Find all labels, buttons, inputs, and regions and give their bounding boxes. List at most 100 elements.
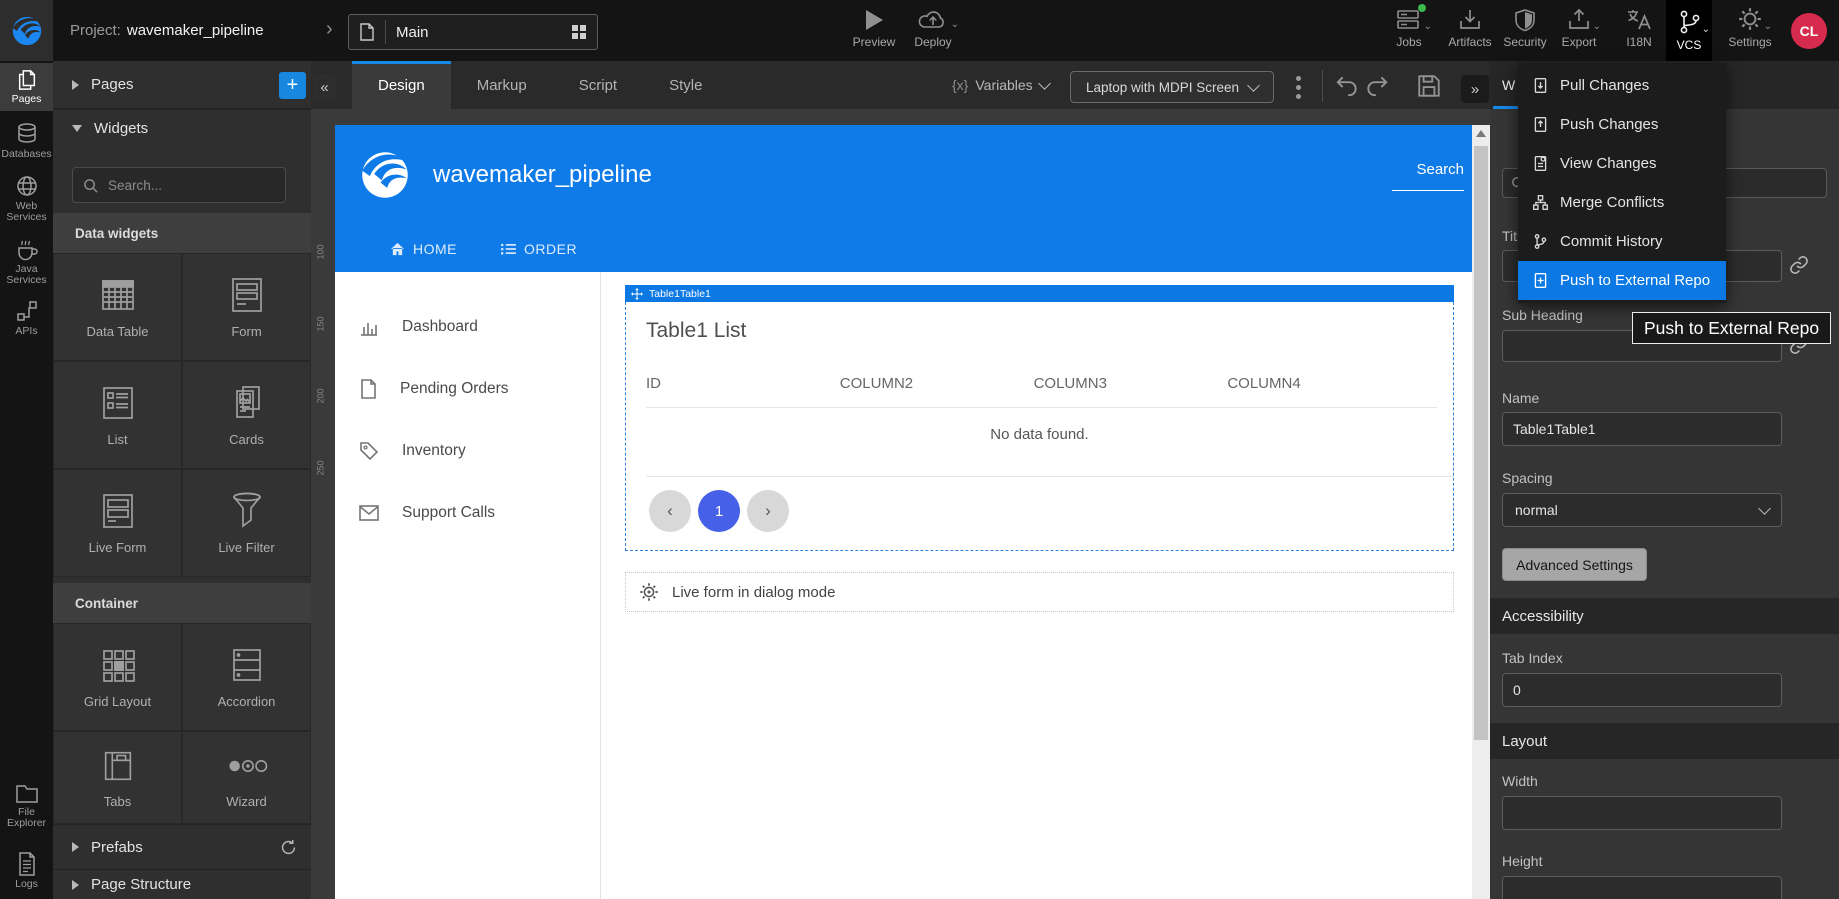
page-structure-section-header[interactable]: Page Structure (53, 869, 311, 899)
layout-section-header[interactable]: Layout (1490, 723, 1839, 759)
scrollbar-thumb[interactable] (1474, 146, 1488, 740)
widget-tile-live-filter[interactable]: Live Filter (182, 469, 311, 577)
sidebar-item-pending-orders[interactable]: Pending Orders (335, 358, 600, 420)
grid-layout-icon (97, 645, 139, 685)
scrollbar-up-arrow[interactable] (1476, 130, 1486, 137)
undo-button[interactable] (1334, 73, 1360, 99)
redo-button[interactable] (1364, 73, 1390, 99)
nav-item-home[interactable]: HOME (390, 241, 457, 257)
widget-tile-live-form[interactable]: Live Form (53, 469, 182, 577)
height-field-input[interactable] (1502, 876, 1782, 899)
rail-item-web-services[interactable]: Web Services (0, 170, 53, 223)
user-avatar[interactable]: CL (1791, 13, 1827, 49)
advanced-settings-button[interactable]: Advanced Settings (1502, 548, 1647, 581)
pagination-page-1[interactable]: 1 (698, 490, 740, 532)
tabindex-field-input[interactable] (1502, 673, 1782, 707)
security-button[interactable]: Security (1498, 6, 1552, 49)
expand-panel-button[interactable]: » (1461, 75, 1489, 103)
variables-button[interactable]: {x} Variables (952, 61, 1049, 109)
security-label: Security (1503, 35, 1546, 49)
variables-label: Variables (975, 77, 1032, 93)
widget-tile-form[interactable]: Form (182, 253, 311, 361)
nav-item-order[interactable]: ORDER (501, 241, 577, 257)
add-page-button[interactable]: + (279, 72, 306, 99)
menu-item-pull-changes[interactable]: Pull Changes (1518, 66, 1726, 105)
table-divider (646, 476, 1453, 477)
sidebar-item-dashboard[interactable]: Dashboard (335, 296, 600, 358)
rail-item-databases[interactable]: Databases (0, 118, 53, 160)
pagination-prev-button[interactable]: ‹ (649, 490, 691, 532)
collapse-panel-button[interactable]: « (313, 74, 336, 101)
rail-item-pages[interactable]: Pages (0, 63, 53, 111)
live-form-widget[interactable]: Live form in dialog mode (625, 572, 1454, 612)
rail-item-java-services[interactable]: Java Services (0, 233, 53, 286)
canvas-scrollbar[interactable] (1472, 125, 1490, 899)
widget-tile-wizard[interactable]: Wizard (182, 731, 311, 824)
widget-tile-tabs[interactable]: Tabs (53, 731, 182, 824)
widget-tile-list[interactable]: List (53, 361, 182, 469)
menu-item-push-to-external-repo[interactable]: Push to External Repo (1518, 261, 1726, 300)
app-search-input[interactable]: Search (1392, 161, 1464, 191)
tab-markup[interactable]: Markup (451, 61, 553, 109)
sidebar-item-support-calls[interactable]: Support Calls (335, 482, 600, 544)
rail-item-apis[interactable]: APIs (0, 295, 53, 337)
accessibility-section-header[interactable]: Accessibility (1490, 598, 1839, 634)
artifacts-button[interactable]: Artifacts (1440, 6, 1500, 49)
jobs-button[interactable]: ⌄ Jobs (1384, 6, 1434, 49)
pagination-next-button[interactable]: › (747, 490, 789, 532)
vcs-chevron-icon: ⌄ (1702, 24, 1710, 35)
tab-script[interactable]: Script (553, 61, 643, 109)
tab-script-label: Script (579, 77, 617, 94)
widget-selection-bar[interactable]: Table1Table1 (625, 285, 1454, 302)
sidebar-item-inventory[interactable]: Inventory (335, 420, 600, 482)
home-icon (390, 242, 405, 256)
menu-item-merge-conflicts[interactable]: Merge Conflicts (1518, 183, 1726, 222)
spacing-select[interactable]: normal (1502, 493, 1782, 527)
bind-link-icon[interactable] (1788, 254, 1812, 278)
widget-tile-label: Grid Layout (84, 694, 151, 709)
menu-item-commit-history[interactable]: Commit History (1518, 222, 1726, 261)
rail-item-logs[interactable]: Logs (0, 848, 53, 890)
settings-button[interactable]: ⌄ Settings (1722, 6, 1778, 49)
rail-item-file-explorer[interactable]: File Explorer (0, 778, 53, 829)
wavemaker-logo[interactable] (0, 0, 53, 61)
name-field-label: Name (1502, 390, 1539, 406)
commit-history-icon (1532, 233, 1549, 250)
widgets-section-header[interactable]: Widgets (53, 109, 311, 147)
export-chevron-icon: ⌄ (1593, 21, 1601, 32)
preview-button[interactable]: Preview (846, 6, 902, 49)
widget-search[interactable] (72, 167, 286, 203)
export-button[interactable]: ⌄ Export (1554, 6, 1604, 49)
deploy-button[interactable]: ⌄ Deploy (905, 6, 961, 49)
column-header[interactable]: COLUMN3 (1034, 375, 1228, 407)
more-options-button[interactable] (1290, 71, 1306, 103)
widget-tile-data-table[interactable]: Data Table (53, 253, 182, 361)
i18n-button[interactable]: I18N (1616, 6, 1662, 49)
menu-item-label: Push to External Repo (1560, 272, 1710, 289)
vcs-button[interactable]: ⌄ VCS (1666, 0, 1712, 61)
column-header[interactable]: COLUMN2 (840, 375, 1034, 407)
widget-tile-cards[interactable]: Cards (182, 361, 311, 469)
menu-item-push-changes[interactable]: Push Changes (1518, 105, 1726, 144)
tab-design[interactable]: Design (352, 61, 451, 109)
menu-item-view-changes[interactable]: View Changes (1518, 144, 1726, 183)
widget-tile-accordion[interactable]: Accordion (182, 623, 311, 731)
pages-collapse-arrow-icon[interactable] (72, 80, 79, 90)
page-tab-main[interactable]: Main (348, 14, 598, 50)
column-header[interactable]: COLUMN4 (1227, 375, 1421, 407)
project-name: wavemaker_pipeline (127, 22, 264, 39)
data-table-widget[interactable]: Table1 List ID COLUMN2 COLUMN3 COLUMN4 N… (625, 302, 1454, 551)
widget-tile-grid-layout[interactable]: Grid Layout (53, 623, 182, 731)
settings-gear-icon: ⌄ (1737, 6, 1763, 32)
width-field-input[interactable] (1502, 796, 1782, 830)
save-button[interactable] (1416, 73, 1442, 99)
refresh-icon[interactable] (280, 839, 297, 856)
grid-view-icon[interactable] (571, 24, 587, 40)
prefabs-section-header[interactable]: Prefabs (53, 824, 311, 869)
device-selector[interactable]: Laptop with MDPI Screen (1070, 71, 1274, 103)
column-header[interactable]: ID (646, 375, 840, 407)
widget-search-input[interactable] (106, 177, 256, 194)
tab-style[interactable]: Style (643, 61, 728, 109)
name-field-input[interactable] (1502, 412, 1782, 446)
artifacts-download-icon (1458, 6, 1482, 32)
